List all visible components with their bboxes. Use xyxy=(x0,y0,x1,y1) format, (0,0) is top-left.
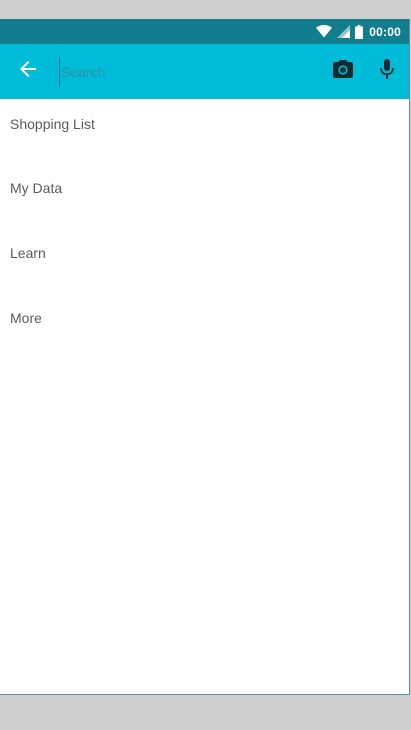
status-bar: 00:00 xyxy=(0,19,409,44)
search-input[interactable] xyxy=(59,56,321,87)
voice-search-button[interactable] xyxy=(365,44,409,99)
menu-item-label: Shopping List xyxy=(10,116,95,132)
app-screen: 00:00 Search Shopping List My Data Learn… xyxy=(0,19,410,695)
menu-item-more[interactable]: More xyxy=(0,294,409,359)
signal-icon xyxy=(337,25,351,38)
arrow-left-icon xyxy=(19,60,37,83)
battery-icon xyxy=(355,24,364,39)
menu-item-label: More xyxy=(10,310,42,326)
menu-item-my-data[interactable]: My Data xyxy=(0,164,409,229)
camera-button[interactable] xyxy=(321,44,365,99)
microphone-icon xyxy=(380,59,394,84)
menu-item-learn[interactable]: Learn xyxy=(0,229,409,294)
back-button[interactable] xyxy=(0,44,56,99)
menu-item-label: Learn xyxy=(10,245,46,261)
status-time: 00:00 xyxy=(369,24,401,39)
search-toolbar xyxy=(0,44,409,99)
menu-list: Shopping List My Data Learn More xyxy=(0,99,409,359)
camera-icon xyxy=(333,60,353,83)
menu-item-shopping-list[interactable]: Shopping List xyxy=(0,99,409,164)
wifi-icon xyxy=(316,25,333,38)
menu-item-label: My Data xyxy=(10,180,63,196)
